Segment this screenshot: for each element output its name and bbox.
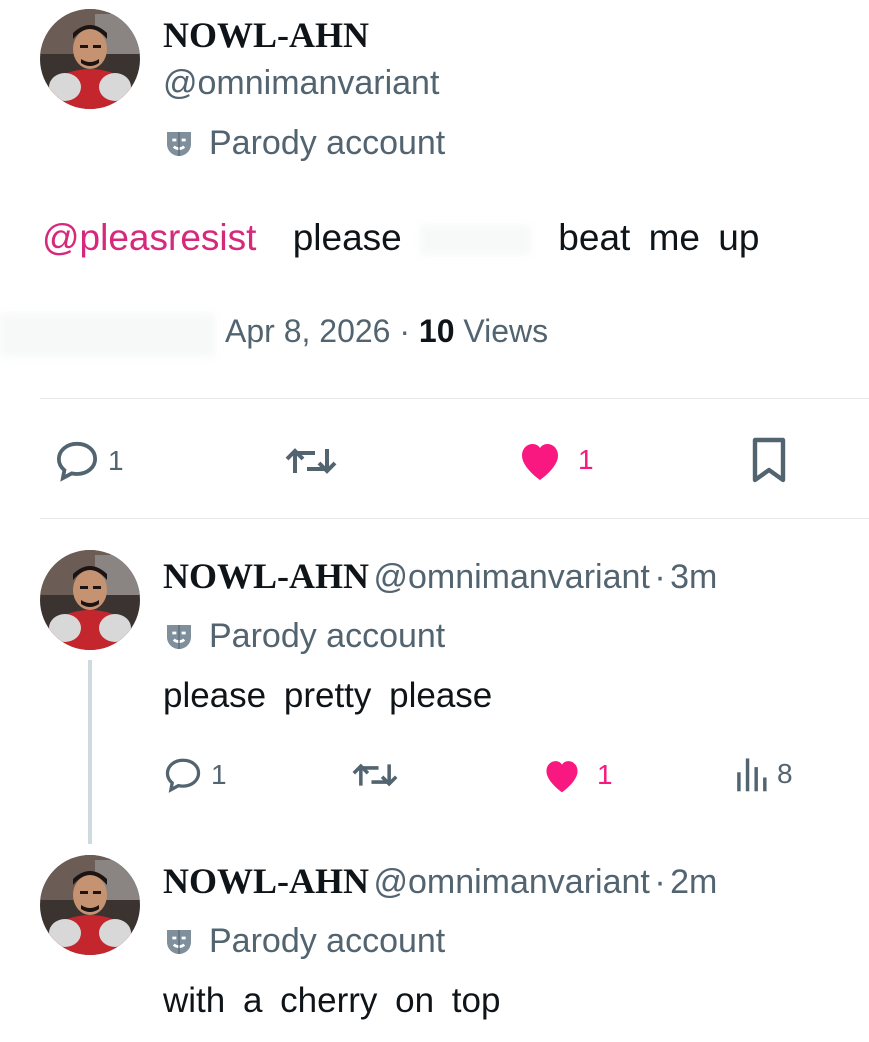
parody-mask-icon bbox=[163, 926, 195, 958]
views-chart-icon bbox=[737, 758, 767, 792]
parody-badge: Parody account bbox=[163, 617, 445, 656]
avatar-image bbox=[40, 9, 140, 109]
avatar[interactable] bbox=[40, 550, 140, 650]
retweet-button[interactable] bbox=[352, 757, 398, 793]
tweet-text-part2: beat me up bbox=[558, 217, 760, 258]
avatar[interactable] bbox=[40, 855, 140, 955]
reply-time[interactable]: 2m bbox=[670, 863, 717, 901]
display-name[interactable]: NOWL-AHN bbox=[163, 556, 369, 596]
like-button[interactable]: 1 bbox=[541, 756, 613, 794]
bookmark-icon bbox=[752, 437, 786, 483]
meta-separator: · bbox=[399, 313, 410, 349]
reply-icon bbox=[56, 441, 98, 482]
parody-label: Parody account bbox=[209, 124, 446, 162]
views-button[interactable]: 8 bbox=[733, 755, 793, 793]
tweet-text-part1: please bbox=[292, 217, 402, 258]
reply-count: 1 bbox=[108, 445, 124, 476]
display-name[interactable]: NOWL-AHN bbox=[163, 861, 369, 901]
like-count: 1 bbox=[597, 759, 613, 790]
tweet-date[interactable]: Apr 8, 2026 bbox=[225, 313, 390, 349]
redacted-area bbox=[0, 313, 215, 357]
display-name[interactable]: NOWL-AHN bbox=[163, 14, 369, 56]
bookmark-button[interactable] bbox=[748, 436, 790, 484]
parody-label: Parody account bbox=[209, 922, 446, 960]
divider bbox=[40, 518, 869, 519]
thread-line bbox=[88, 660, 92, 844]
mention-link[interactable]: @pleasresist bbox=[42, 217, 256, 258]
tweet-meta: Apr 8, 2026 · 10 Views bbox=[225, 313, 548, 350]
meta-separator: · bbox=[654, 558, 666, 596]
reply-text: with a cherry on top bbox=[163, 981, 501, 1020]
reply-time[interactable]: 3m bbox=[670, 558, 717, 596]
views-count: 10 bbox=[418, 313, 455, 349]
like-button[interactable]: 1 bbox=[516, 438, 594, 482]
user-handle[interactable]: @omnimanvariant bbox=[163, 64, 439, 103]
reply-icon bbox=[165, 758, 201, 793]
heart-filled-icon bbox=[522, 444, 558, 480]
redacted-area bbox=[420, 225, 531, 256]
parody-mask-icon bbox=[163, 128, 195, 160]
meta-separator: · bbox=[654, 863, 666, 901]
retweet-icon bbox=[352, 763, 398, 787]
retweet-button[interactable] bbox=[285, 440, 337, 482]
like-count: 1 bbox=[578, 444, 594, 475]
reply-text: please pretty please bbox=[163, 676, 493, 715]
reply-header: NOWL-AHN @omnimanvariant · 2m bbox=[163, 860, 717, 902]
avatar[interactable] bbox=[40, 9, 140, 109]
heart-filled-icon bbox=[546, 761, 578, 793]
reply-count: 1 bbox=[211, 759, 227, 790]
divider bbox=[40, 398, 869, 399]
parody-badge: Parody account bbox=[163, 124, 445, 163]
parody-mask-icon bbox=[163, 621, 195, 653]
retweet-icon bbox=[285, 448, 337, 474]
user-handle[interactable]: @omnimanvariant bbox=[373, 863, 649, 901]
parody-badge: Parody account bbox=[163, 922, 445, 961]
reply-button[interactable]: 1 bbox=[54, 440, 124, 482]
reply-header: NOWL-AHN @omnimanvariant · 3m bbox=[163, 555, 717, 597]
view-count: 8 bbox=[777, 758, 793, 789]
avatar-image bbox=[40, 550, 140, 650]
avatar-image bbox=[40, 855, 140, 955]
parody-label: Parody account bbox=[209, 617, 446, 655]
reply-button[interactable]: 1 bbox=[163, 757, 227, 793]
user-handle[interactable]: @omnimanvariant bbox=[373, 558, 649, 596]
views-label: Views bbox=[463, 313, 549, 349]
tweet-text: @pleasresist please beat me up bbox=[42, 217, 842, 259]
